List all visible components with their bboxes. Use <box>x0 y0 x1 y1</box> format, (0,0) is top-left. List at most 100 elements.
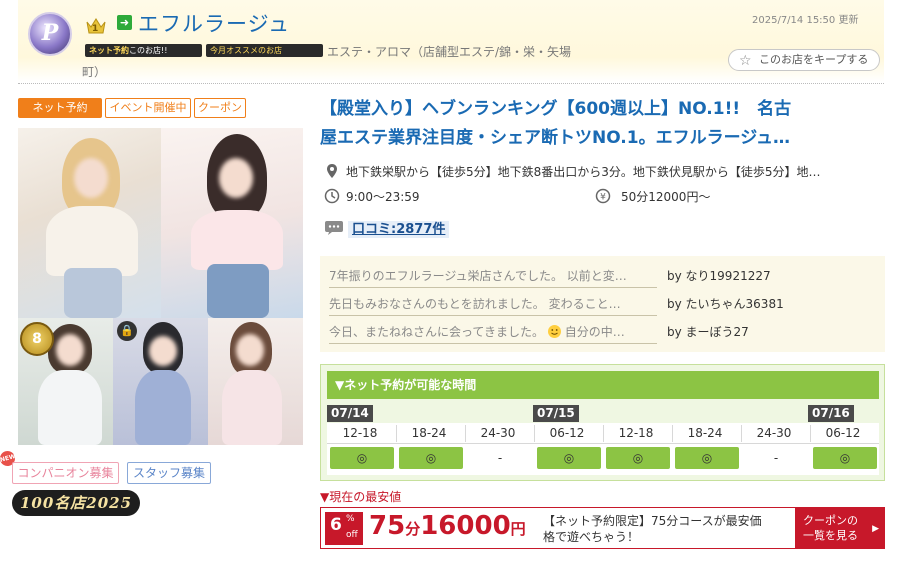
access-text: 地下鉄栄駅から【徒歩5分】地下鉄8番出口から3分。地下鉄伏見駅から【徒歩5分】地… <box>346 165 821 179</box>
review-author: by たいちゃん36381 <box>667 297 784 311</box>
slot-time: 24-30 <box>756 426 792 440</box>
slot-available-button[interactable]: ◎ <box>606 447 670 469</box>
slot-time: 06-12 <box>825 426 861 440</box>
schedule-date: 07/16 <box>808 405 854 422</box>
discount-number: 6 <box>330 515 342 535</box>
award-seal-icon: 8 <box>20 322 54 356</box>
slot-time: 06-12 <box>549 426 585 440</box>
keep-shop-label: このお店をキープする <box>759 53 869 66</box>
hours-text: 9:00〜23:59 <box>346 190 420 204</box>
cast-photo-3[interactable]: 8 <box>18 318 113 445</box>
coupon-list-button[interactable]: クーポンの 一覧を見る ▶ <box>795 508 885 548</box>
yen-icon: ¥ <box>595 188 611 204</box>
shop-headline-link[interactable]: 【殿堂入り】ヘブンランキング【600週以上】NO.1!! 名古 屋エステ業界注目… <box>320 95 876 153</box>
cast-photo-4[interactable]: 🔒 <box>113 318 208 445</box>
chevron-right-icon: ▶ <box>872 524 879 534</box>
meiten-2025-logo[interactable]: 100名店2025 <box>12 490 140 516</box>
smile-emoji-icon <box>547 325 561 338</box>
photo-face-blurred <box>149 336 177 366</box>
net-badge-label: ネット予約 <box>89 46 129 55</box>
enter-arrow-icon: ➜ <box>117 15 132 30</box>
review-list: 7年振りのエフルラージュ栄店さんでした。 以前と変… by なり19921227… <box>320 256 885 352</box>
deal-description: 【ネット予約限定】75分コースが最安価格で遊べちゃう！ <box>543 514 762 544</box>
slot-time: 18-24 <box>687 426 723 440</box>
schedule-date: 07/14 <box>327 405 373 422</box>
updated-timestamp: 2025/7/14 15:50 更新 <box>752 15 859 26</box>
monthly-recommend-badge: 今月オススメのお店 <box>206 44 323 57</box>
genre-text: エステ・アロマ（店舗型エステ/錦・栄・矢場 <box>327 45 572 59</box>
cast-photo-1[interactable] <box>18 128 161 318</box>
companion-recruit-button[interactable]: コンパニオン募集 <box>12 462 119 484</box>
schedule-row-divider <box>327 443 879 444</box>
photo-body <box>222 370 282 445</box>
shop-logo[interactable]: P <box>28 12 72 56</box>
star-outline-icon: ☆ <box>739 53 752 69</box>
photo-body <box>191 210 283 270</box>
course-price: 16000 <box>420 511 511 541</box>
shop-name-link[interactable]: エフルラージュ <box>138 8 290 38</box>
photo-face-blurred <box>56 334 84 366</box>
slot-available-button[interactable]: ◎ <box>813 447 877 469</box>
photo-face-blurred <box>236 334 264 366</box>
course-minutes: 75 <box>369 511 406 541</box>
lowest-price: 75分16000円 <box>369 511 526 541</box>
header-divider <box>18 83 884 84</box>
lock-icon: 🔒 <box>117 321 137 341</box>
speech-bubble-icon <box>325 221 343 235</box>
yen-unit: 円 <box>510 520 526 538</box>
headline-line-2: 屋エステ業界注目度・シェア断トツNO.1。エフルラージュ… <box>320 128 791 148</box>
cast-photo-5[interactable] <box>208 318 303 445</box>
shop-logo-letter: P <box>41 20 59 46</box>
slot-available-button[interactable]: ◎ <box>675 447 739 469</box>
headline-line-1: 【殿堂入り】ヘブンランキング【600週以上】NO.1!! 名古 <box>320 99 792 119</box>
review-excerpt-end: 自分の中… <box>560 325 625 339</box>
price-info: ¥ 50分12000円〜 <box>595 188 710 205</box>
review-excerpt[interactable]: 7年振りのエフルラージュ栄店さんでした。 以前と変… <box>329 267 657 288</box>
rank-number: 1 <box>92 24 99 34</box>
review-excerpt[interactable]: 今日、またねねさんに会ってきました。 自分の中… <box>329 323 657 344</box>
cast-photo-2[interactable] <box>161 128 303 318</box>
review-author: by まーぼう27 <box>667 325 749 339</box>
price-text: 50分12000円〜 <box>621 190 711 204</box>
shop-header: P 1 ➜ エフルラージュ 2025/7/14 15:50 更新 ネット予約この… <box>0 0 904 84</box>
net-reservation-badge: ネット予約このお店!! <box>85 44 202 57</box>
photo-body <box>46 206 138 276</box>
slot-time: 24-30 <box>480 426 516 440</box>
keep-shop-button[interactable]: ☆ このお店をキープする <box>728 49 880 71</box>
tag-net-reservation[interactable]: ネット予約 <box>18 98 102 118</box>
photo-body <box>38 370 102 445</box>
review-author: by なり19921227 <box>667 269 771 283</box>
schedule-title: ▼ネット予約が可能な時間 <box>327 371 879 399</box>
review-count-link[interactable]: 口コミ:2877件 <box>348 221 450 238</box>
svg-text:¥: ¥ <box>600 193 606 203</box>
schedule-date: 07/15 <box>533 405 579 422</box>
slot-time: 12-18 <box>618 426 654 440</box>
slot-unavailable: - <box>773 451 779 465</box>
discount-percent: % <box>346 514 355 524</box>
tag-coupon[interactable]: クーポン <box>194 98 246 118</box>
slot-available-button[interactable]: ◎ <box>399 447 463 469</box>
tag-event[interactable]: イベント開催中 <box>105 98 191 118</box>
minutes-unit: 分 <box>405 520 421 538</box>
slot-time: 18-24 <box>411 426 447 440</box>
discount-off: off <box>346 530 358 540</box>
slot-available-button[interactable]: ◎ <box>537 447 601 469</box>
photo-legs <box>207 264 269 318</box>
slot-available-button[interactable]: ◎ <box>330 447 394 469</box>
schedule-table: 12-18 ◎ 18-24 ◎ 24-30 - 06-12 ◎ 12-18 ◎ … <box>327 423 879 475</box>
genre-text-cont: 町） <box>82 65 107 79</box>
discount-badge: 6 % off <box>325 512 363 545</box>
photo-face-blurred <box>74 158 108 198</box>
photo-body <box>135 370 191 445</box>
slot-unavailable: - <box>497 451 503 465</box>
review-count: 口コミ:2877件 <box>324 218 450 238</box>
staff-recruit-button[interactable]: スタッフ募集 <box>127 462 211 484</box>
photo-legs <box>64 268 122 318</box>
review-excerpt-start: 今日、またねねさんに会ってきました。 <box>329 325 545 339</box>
access-info: 地下鉄栄駅から【徒歩5分】地下鉄8番出口から3分。地下鉄伏見駅から【徒歩5分】地… <box>324 163 879 180</box>
lowest-price-banner[interactable]: 6 % off 75分16000円 【ネット予約限定】75分コースが最安価格で遊… <box>320 507 885 549</box>
slot-time: 12-18 <box>342 426 378 440</box>
review-excerpt[interactable]: 先日もみおなさんのもとを訪れました。 変わること… <box>329 295 657 316</box>
net-badge-suffix: このお店!! <box>129 46 168 55</box>
lowest-price-label: ▼現在の最安値 <box>320 490 402 504</box>
